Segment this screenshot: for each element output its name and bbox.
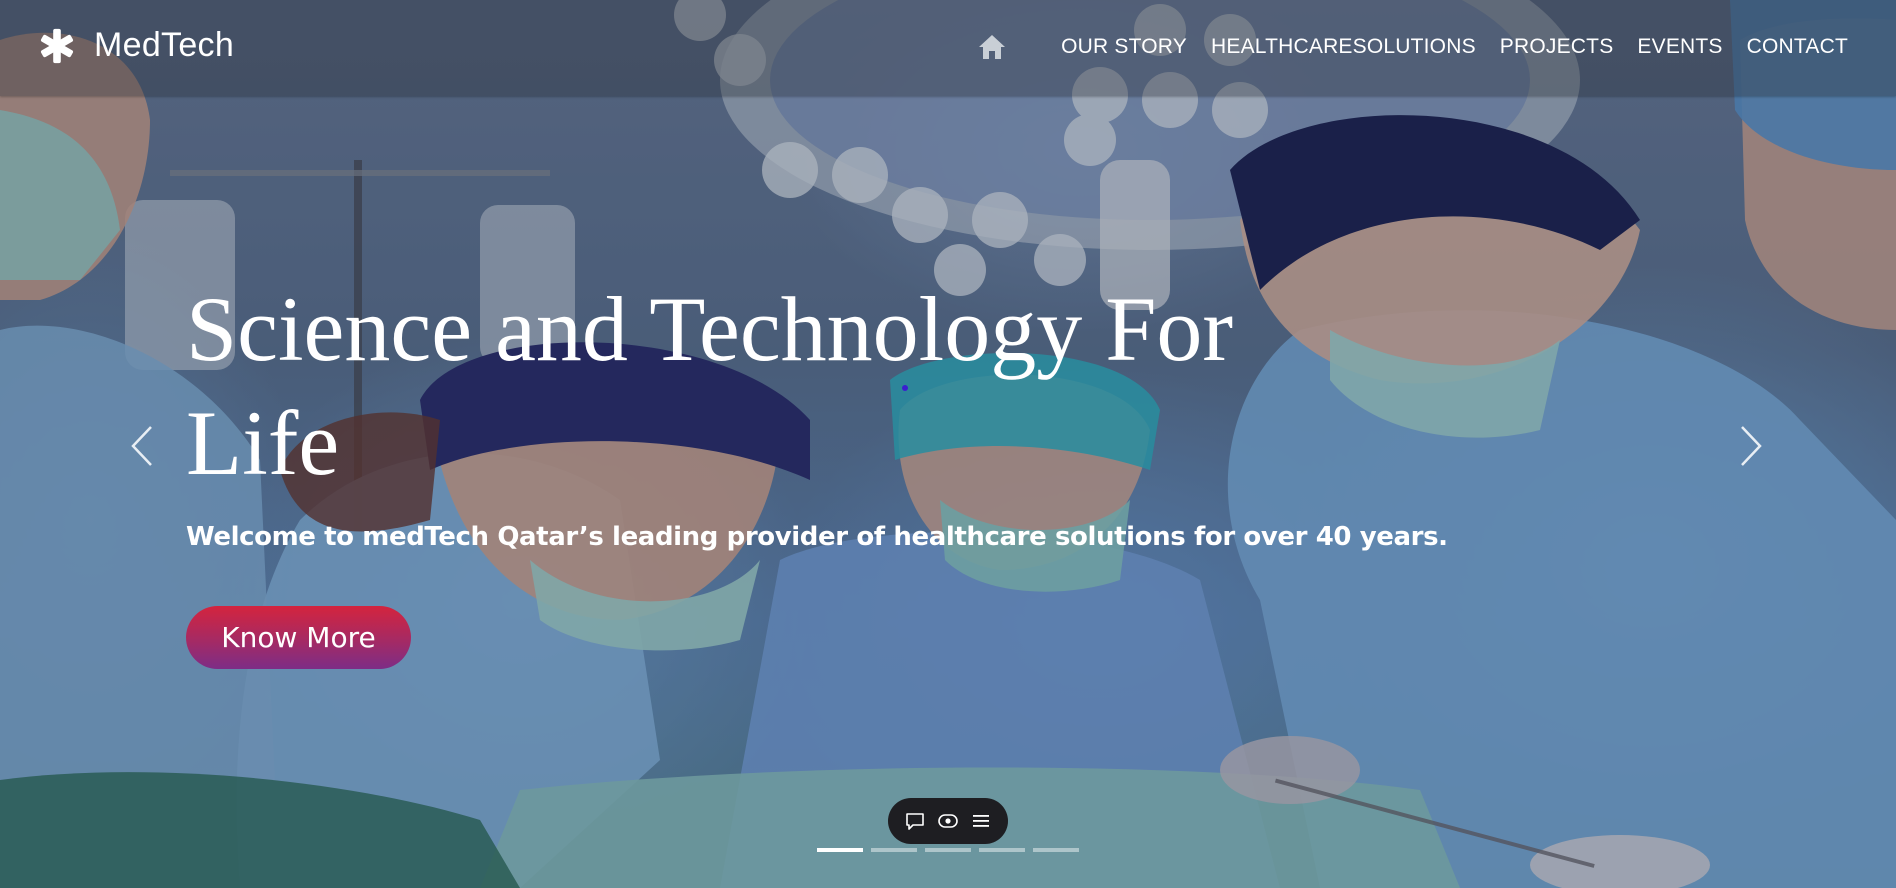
hero-title: Science and Technology For Life	[186, 272, 1336, 500]
eye-icon[interactable]	[937, 810, 959, 832]
know-more-button[interactable]: Know More	[186, 606, 411, 669]
comment-icon[interactable]	[904, 810, 926, 832]
brand-logo[interactable]: MedTech	[38, 26, 234, 65]
chevron-left-icon[interactable]	[129, 424, 155, 468]
indicator-slide-4[interactable]	[979, 848, 1025, 852]
floating-toolbar	[888, 798, 1008, 844]
indicator-slide-2[interactable]	[871, 848, 917, 852]
chevron-right-icon[interactable]	[1738, 424, 1764, 468]
nav-item-our-story[interactable]: OUR STORY	[1061, 35, 1187, 59]
hero-carousel: MedTech OUR STORY HEALTHCARESOLUTIONS PR…	[0, 0, 1896, 888]
main-nav: OUR STORY HEALTHCARESOLUTIONS PROJECTS E…	[977, 32, 1848, 62]
asterisk-icon	[40, 28, 74, 63]
indicator-slide-5[interactable]	[1033, 848, 1079, 852]
indicator-slide-3[interactable]	[925, 848, 971, 852]
nav-item-healthcare-solutions[interactable]: HEALTHCARESOLUTIONS	[1211, 35, 1476, 59]
hero-title-line-2: Life	[186, 392, 340, 494]
menu-icon[interactable]	[970, 810, 992, 832]
indicator-slide-1[interactable]	[817, 848, 863, 852]
nav-item-events[interactable]: EVENTS	[1637, 35, 1722, 59]
brand-name: MedTech	[94, 26, 235, 64]
nav-item-contact[interactable]: CONTACT	[1747, 35, 1848, 59]
carousel-indicators	[817, 848, 1087, 852]
nav-item-projects[interactable]: PROJECTS	[1500, 35, 1614, 59]
navbar: MedTech OUR STORY HEALTHCARESOLUTIONS PR…	[0, 0, 1896, 96]
hero-subtitle: Welcome to medTech Qatar’s leading provi…	[186, 522, 1448, 552]
home-icon[interactable]	[977, 32, 1007, 62]
cursor-dot	[902, 385, 908, 391]
hero-title-line-1: Science and Technology For	[186, 278, 1234, 380]
